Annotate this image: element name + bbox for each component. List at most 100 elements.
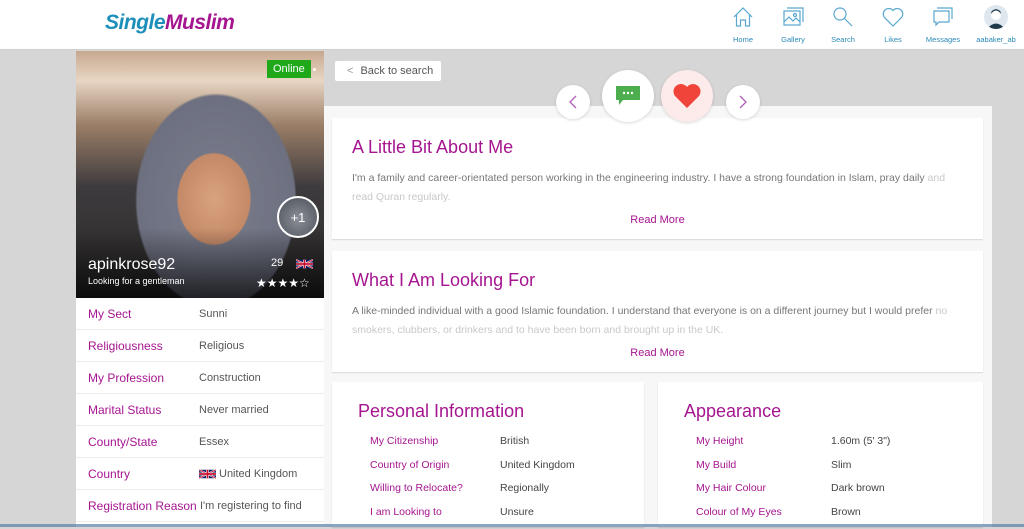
info-row: My CitizenshipBritish xyxy=(370,435,575,459)
uk-flag-icon xyxy=(296,258,313,270)
nav-messages-label: Messages xyxy=(926,35,960,44)
star-rating: ★★★★☆ xyxy=(256,276,310,290)
nav-likes-label: Likes xyxy=(884,35,902,44)
nav-gallery[interactable]: Gallery xyxy=(768,0,818,50)
detail-row: My ProfessionConstruction xyxy=(76,362,324,394)
chevron-left-icon: < xyxy=(347,65,353,77)
detail-row: My SectSunni xyxy=(76,298,324,330)
nav-likes[interactable]: Likes xyxy=(868,0,918,50)
online-badge: Online xyxy=(267,60,311,78)
previous-profile-button[interactable] xyxy=(556,85,590,119)
nav-home-label: Home xyxy=(733,35,753,44)
about-read-more-link[interactable]: Read More xyxy=(332,214,983,226)
detail-label: Country xyxy=(88,467,199,481)
nav-gallery-label: Gallery xyxy=(781,35,805,44)
looking-for-title: What I Am Looking For xyxy=(352,270,535,291)
profile-photo[interactable]: Online +1 apinkrose92 Looking for a gent… xyxy=(76,51,324,298)
user-avatar xyxy=(984,5,1008,29)
info-label: My Height xyxy=(696,435,831,459)
nav-search[interactable]: Search xyxy=(818,0,868,50)
top-header: SingleMuslim Home Gallery Search Likes M… xyxy=(0,0,1024,50)
back-to-search-button[interactable]: < Back to search xyxy=(334,60,442,82)
personal-information-card: Personal Information My CitizenshipBriti… xyxy=(332,382,644,527)
heart-filled-icon xyxy=(672,83,702,109)
info-value: 1.60m (5' 3") xyxy=(831,435,890,459)
detail-row: Marital StatusNever married xyxy=(76,394,324,426)
site-logo[interactable]: SingleMuslim xyxy=(105,11,234,35)
profile-username: apinkrose92 xyxy=(88,256,175,274)
info-label: Willing to Relocate? xyxy=(370,482,500,506)
detail-value: I'm registering to find xyxy=(200,500,302,512)
profile-sidebar: Online +1 apinkrose92 Looking for a gent… xyxy=(76,51,324,527)
personal-info-title: Personal Information xyxy=(358,401,524,422)
looking-for-text: A like-minded individual with a good Isl… xyxy=(352,302,967,340)
uk-flag-icon xyxy=(199,468,216,480)
search-icon xyxy=(831,5,855,29)
appearance-rows: My Height1.60m (5' 3") My BuildSlim My H… xyxy=(696,435,890,529)
profile-tagline: Looking for a gentleman xyxy=(88,276,185,286)
about-text-visible: I'm a family and career-orientated perso… xyxy=(352,172,925,184)
detail-value: Sunni xyxy=(199,308,227,320)
heart-icon xyxy=(881,5,905,29)
appearance-title: Appearance xyxy=(684,401,781,422)
profile-age: 29 xyxy=(271,257,283,269)
nav-search-label: Search xyxy=(831,35,855,44)
detail-label: Registration Reason xyxy=(88,499,200,513)
back-to-search-label: Back to search xyxy=(360,65,433,77)
info-row: Willing to Relocate?Regionally xyxy=(370,482,575,506)
logo-text-muslim: Muslim xyxy=(165,11,234,34)
detail-label: My Sect xyxy=(88,307,199,321)
personal-info-rows: My CitizenshipBritish Country of OriginU… xyxy=(370,435,575,529)
home-icon xyxy=(731,5,755,29)
detail-label: My Profession xyxy=(88,371,199,385)
info-row: Country of OriginUnited Kingdom xyxy=(370,459,575,483)
info-label: My Hair Colour xyxy=(696,482,831,506)
detail-row: Country United Kingdom xyxy=(76,458,324,490)
info-value: Slim xyxy=(831,459,851,483)
send-message-button[interactable] xyxy=(602,70,654,122)
info-label: My Build xyxy=(696,459,831,483)
nav-username-label: aabaker_ab xyxy=(976,35,1016,44)
info-label: Country of Origin xyxy=(370,459,500,483)
main-nav: Home Gallery Search Likes Messages aabak… xyxy=(718,0,1024,50)
appearance-card: Appearance My Height1.60m (5' 3") My Bui… xyxy=(658,382,983,527)
about-me-text: I'm a family and career-orientated perso… xyxy=(352,169,967,207)
info-value: Regionally xyxy=(500,482,549,506)
detail-label: County/State xyxy=(88,435,199,449)
detail-label: Marital Status xyxy=(88,403,199,417)
info-row: My BuildSlim xyxy=(696,459,890,483)
chevron-right-icon xyxy=(737,94,749,110)
info-value: British xyxy=(500,435,529,459)
detail-value: Never married xyxy=(199,404,269,416)
detail-row: Registration ReasonI'm registering to fi… xyxy=(76,490,324,522)
detail-row: County/StateEssex xyxy=(76,426,324,458)
looking-text-visible: A like-minded individual with a good Isl… xyxy=(352,305,933,317)
nav-home[interactable]: Home xyxy=(718,0,768,50)
next-profile-button[interactable] xyxy=(726,85,760,119)
about-me-title: A Little Bit About Me xyxy=(352,137,513,158)
detail-value: Construction xyxy=(199,372,261,384)
profile-main-content: A Little Bit About Me I'm a family and c… xyxy=(324,106,992,527)
info-value: United Kingdom xyxy=(500,459,575,483)
chat-bubble-icon xyxy=(615,84,641,108)
detail-value: Religious xyxy=(199,340,244,352)
looking-for-card: What I Am Looking For A like-minded indi… xyxy=(332,251,983,372)
looking-read-more-link[interactable]: Read More xyxy=(332,347,983,359)
info-row: My Height1.60m (5' 3") xyxy=(696,435,890,459)
detail-row: ReligiousnessReligious xyxy=(76,330,324,362)
nav-user-profile[interactable]: aabaker_ab xyxy=(968,0,1024,50)
profile-details-list: My SectSunni ReligiousnessReligious My P… xyxy=(76,298,324,522)
detail-label: Religiousness xyxy=(88,339,199,353)
info-row: My Hair ColourDark brown xyxy=(696,482,890,506)
info-value: Dark brown xyxy=(831,482,885,506)
about-me-card: A Little Bit About Me I'm a family and c… xyxy=(332,118,983,239)
detail-value-country: United Kingdom xyxy=(199,468,297,480)
country-value-text: United Kingdom xyxy=(219,468,297,480)
nav-messages[interactable]: Messages xyxy=(918,0,968,50)
more-photos-button[interactable]: +1 xyxy=(277,196,319,238)
chevron-left-icon xyxy=(567,94,579,110)
like-button[interactable] xyxy=(661,70,713,122)
info-label: My Citizenship xyxy=(370,435,500,459)
gallery-icon xyxy=(781,5,805,29)
detail-value: Essex xyxy=(199,436,229,448)
